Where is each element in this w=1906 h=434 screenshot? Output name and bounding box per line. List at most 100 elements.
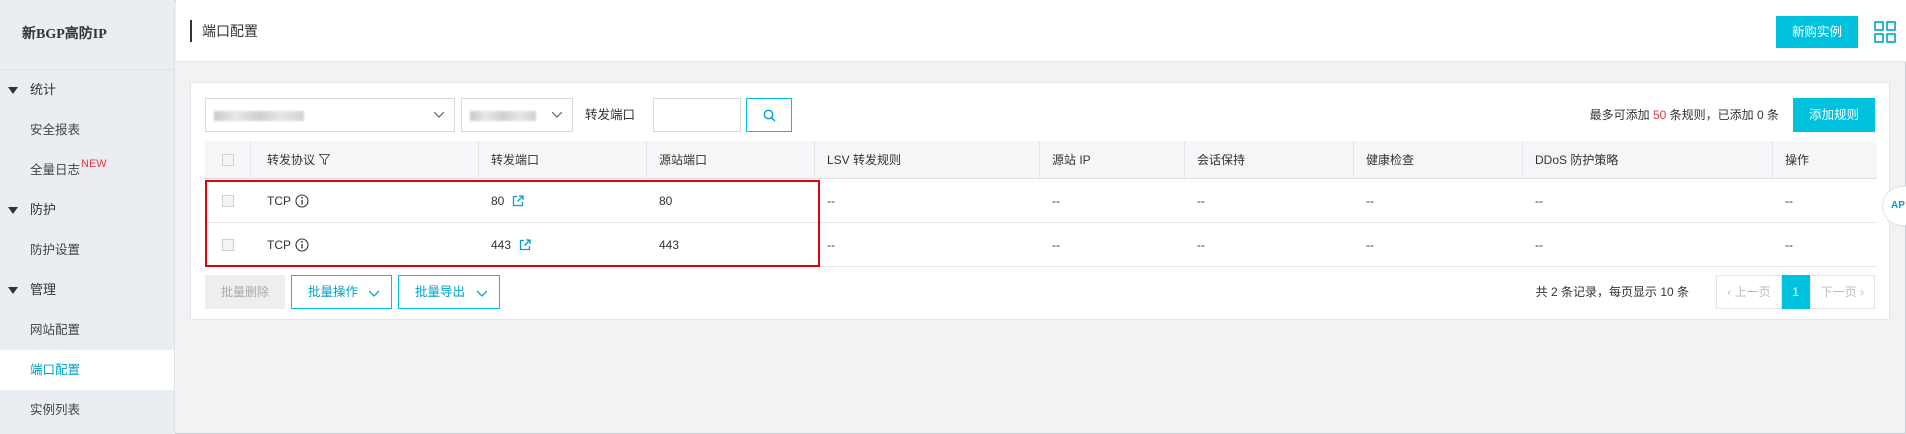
caret-down-icon	[8, 206, 18, 214]
session-cell: --	[1197, 237, 1205, 252]
caret-down-icon	[8, 86, 18, 94]
ddos-cell: --	[1535, 237, 1543, 252]
header-origin-ip: 源站 IP	[1040, 141, 1185, 178]
next-page-button[interactable]: 下一页 ›	[1809, 275, 1875, 309]
chevron-down-icon	[552, 111, 562, 118]
blurred-value	[214, 111, 304, 121]
header-forward-port: 转发端口	[479, 141, 647, 178]
table-row: TCP 443 443 -- -- -- -- -- --	[205, 223, 1877, 267]
chevron-down-icon	[477, 290, 487, 297]
external-link-icon[interactable]	[519, 238, 531, 251]
limit-prefix: 最多可添加	[1589, 108, 1650, 122]
lsv-rule-cell: --	[827, 237, 835, 252]
rule-limit-text: 最多可添加 50 条规则，已添加 0 条	[1590, 98, 1779, 132]
page-1-button[interactable]: 1	[1781, 275, 1810, 309]
row-checkbox[interactable]	[222, 194, 234, 207]
table-footer: 批量删除 批量操作 批量导出 共 2 条记录，每页显示 10 条 ‹ 上一页 1…	[205, 275, 1875, 309]
sidebar-item-label: 端口配置	[30, 363, 81, 377]
blurred-value	[470, 111, 536, 121]
protocol-cell: TCP	[251, 223, 479, 266]
sidebar-group-label: 管理	[30, 282, 57, 297]
pagination-info: 共 2 条记录，每页显示 10 条	[1535, 285, 1689, 299]
sidebar-group-stats[interactable]: 统计	[0, 70, 174, 110]
info-icon[interactable]	[295, 237, 309, 252]
health-cell: --	[1366, 237, 1374, 252]
sidebar-item-port-config[interactable]: 端口配置	[0, 350, 174, 390]
grid-view-icon[interactable]	[1874, 21, 1896, 43]
new-badge: NEW	[81, 158, 107, 170]
table-header-row: 转发协议 转发端口 源站端口 LSV 转发规则 源站 IP 会话保持 健康检查 …	[205, 141, 1877, 179]
page-header: 端口配置 新购实例	[176, 0, 1906, 62]
row-select-cell	[205, 223, 251, 266]
lsv-rule-cell: --	[827, 193, 835, 208]
table-row: TCP 80 80 -- -- -- -- -- --	[205, 179, 1877, 223]
page-title: 端口配置	[190, 20, 258, 42]
instance-select[interactable]	[205, 98, 455, 132]
rules-panel: 转发端口 最多可添加 50 条规则，已添加 0 条 添加规则 转发协议 转发端口…	[190, 82, 1890, 320]
origin-ip-cell: --	[1052, 193, 1060, 208]
health-cell: --	[1366, 193, 1374, 208]
forward-port-value: 443	[491, 237, 512, 252]
forward-port-cell: 443	[479, 223, 647, 266]
sidebar-item-label: 防护设置	[30, 243, 81, 257]
select-all-cell	[205, 141, 251, 178]
prev-page-button[interactable]: ‹ 上一页	[1716, 275, 1782, 309]
protocol-value: TCP	[267, 193, 291, 208]
forward-port-cell: 80	[479, 179, 647, 222]
filter-icon[interactable]	[319, 154, 331, 165]
info-icon[interactable]	[295, 193, 309, 208]
batch-operations-button[interactable]: 批量操作	[291, 275, 392, 309]
search-button[interactable]	[746, 98, 792, 132]
sidebar-item-label: 全量日志	[30, 163, 81, 177]
select-all-checkbox[interactable]	[221, 153, 234, 166]
sidebar-item-full-logs[interactable]: 全量日志NEW	[0, 150, 174, 190]
limit-max: 50	[1652, 108, 1667, 122]
limit-suffix: 条规则，已添加 0 条	[1669, 108, 1779, 122]
sidebar-item-protection-settings[interactable]: 防护设置	[0, 230, 174, 270]
sidebar-item-website-config[interactable]: 网站配置	[0, 310, 174, 350]
sidebar: 新BGP高防IP 统计 安全报表 全量日志NEW 防护 防护设置 管理 网站配置…	[0, 0, 175, 434]
batch-export-button[interactable]: 批量导出	[398, 275, 500, 309]
external-link-icon[interactable]	[512, 194, 525, 207]
origin-ip-cell: --	[1052, 237, 1060, 252]
button-label: 批量操作	[308, 285, 359, 299]
header-label: 转发协议	[267, 153, 316, 167]
protocol-cell: TCP	[251, 179, 479, 222]
header-ddos-policy: DDoS 防护策略	[1523, 141, 1773, 178]
ddos-cell: --	[1535, 193, 1543, 208]
sidebar-item-label: 实例列表	[30, 403, 81, 417]
session-cell: --	[1197, 193, 1205, 208]
ip-select[interactable]	[461, 98, 573, 132]
origin-port-cell: 80	[659, 193, 673, 208]
sidebar-item-label: 安全报表	[30, 123, 81, 137]
header-health-check: 健康检查	[1354, 141, 1523, 178]
prev-label: 上一页	[1734, 285, 1771, 299]
header-origin-port: 源站端口	[647, 141, 815, 178]
header-actions: 操作	[1785, 153, 1810, 167]
header-lsv-rule: LSV 转发规则	[815, 141, 1040, 178]
forward-port-value: 80	[491, 193, 505, 208]
caret-down-icon	[8, 286, 18, 294]
batch-delete-button[interactable]: 批量删除	[205, 275, 285, 309]
sidebar-group-label: 防护	[30, 202, 57, 217]
actions-cell: --	[1785, 237, 1793, 252]
filter-toolbar: 转发端口 最多可添加 50 条规则，已添加 0 条 添加规则	[205, 98, 1875, 132]
header-protocol: 转发协议	[251, 141, 479, 178]
sidebar-item-label: 网站配置	[30, 323, 81, 337]
origin-port-cell: 443	[659, 237, 680, 252]
buy-instance-button[interactable]: 新购实例	[1776, 16, 1858, 48]
sidebar-group-management[interactable]: 管理	[0, 270, 174, 310]
sidebar-item-instance-list[interactable]: 实例列表	[0, 390, 174, 430]
sidebar-item-security-report[interactable]: 安全报表	[0, 110, 174, 150]
add-rule-button[interactable]: 添加规则	[1793, 98, 1875, 132]
header-session-persistence: 会话保持	[1185, 141, 1354, 178]
next-label: 下一页	[1820, 285, 1857, 299]
chevron-down-icon	[434, 111, 444, 118]
forward-port-input[interactable]	[653, 98, 741, 132]
chevron-down-icon	[369, 290, 379, 297]
button-label: 批量导出	[415, 285, 466, 299]
row-checkbox[interactable]	[222, 238, 234, 251]
rules-table: 转发协议 转发端口 源站端口 LSV 转发规则 源站 IP 会话保持 健康检查 …	[205, 141, 1877, 267]
protocol-value: TCP	[267, 237, 291, 252]
sidebar-group-protection[interactable]: 防护	[0, 190, 174, 230]
